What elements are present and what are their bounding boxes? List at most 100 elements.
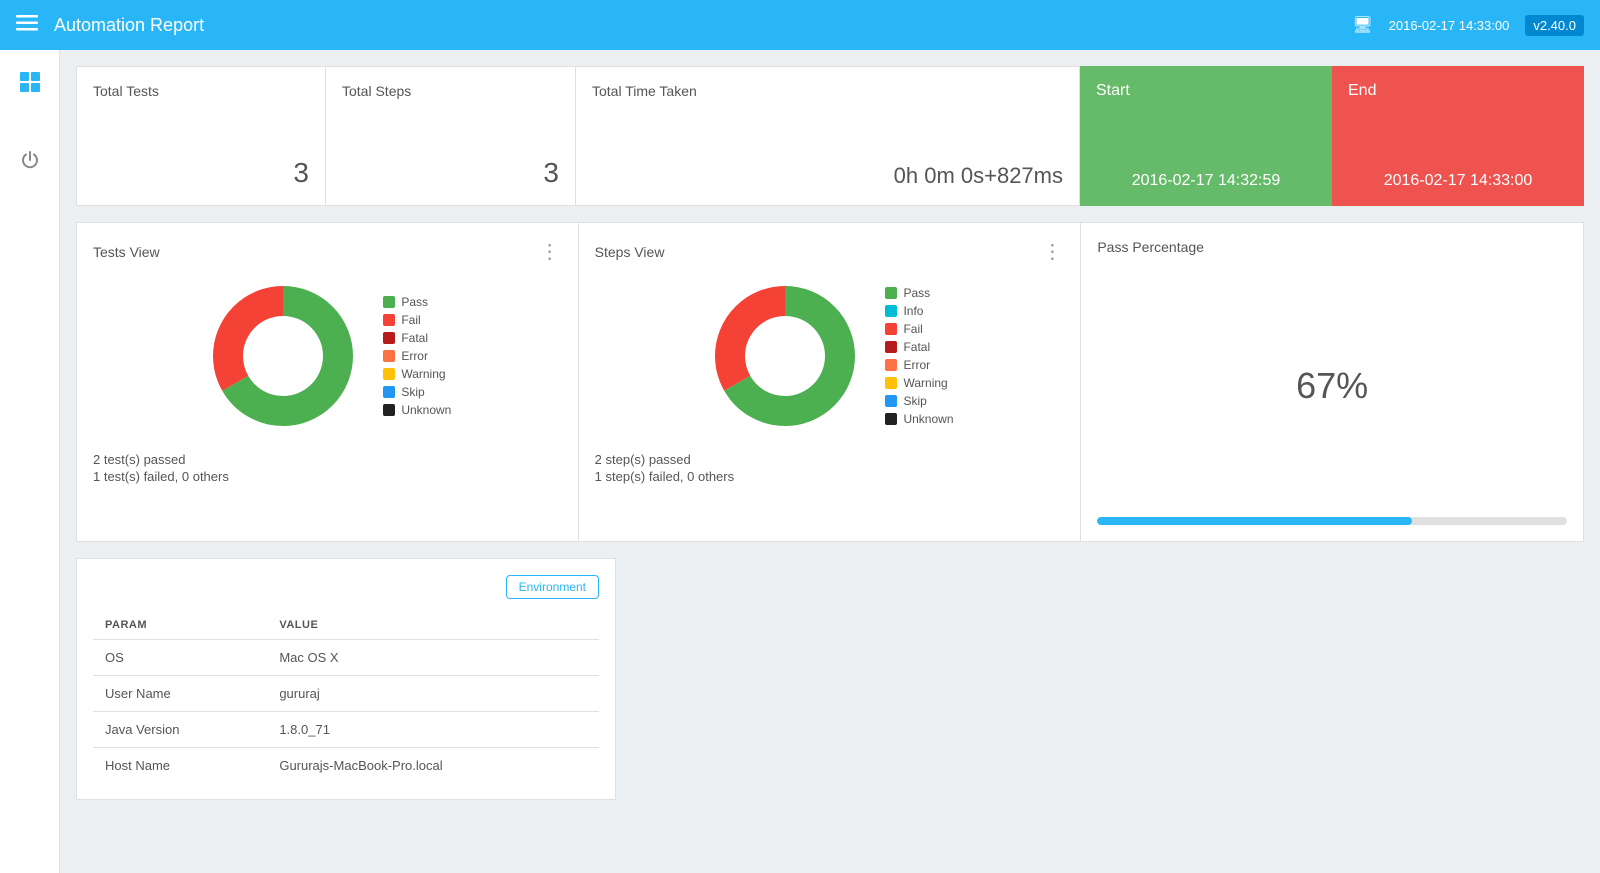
steps-legend-info-label: Info	[903, 304, 923, 318]
steps-legend-fail-color	[885, 323, 897, 335]
steps-legend-fatal-label: Fatal	[903, 340, 930, 354]
end-label: End	[1348, 82, 1568, 100]
legend-fail-label: Fail	[401, 313, 420, 327]
env-param: Java Version	[93, 712, 267, 748]
env-value: 1.8.0_71	[267, 712, 599, 748]
legend-unknown-label: Unknown	[401, 403, 451, 417]
total-steps-label: Total Steps	[342, 83, 559, 99]
steps-legend-fatal: Fatal	[885, 340, 953, 354]
steps-legend-error-label: Error	[903, 358, 930, 372]
legend-pass: Pass	[383, 295, 451, 309]
steps-view-title: Steps View	[595, 244, 665, 260]
total-steps-card: Total Steps 3	[326, 66, 576, 206]
header-right: 🖥 2016-02-17 14:33:00 v2.40.0	[1352, 15, 1584, 36]
charts-row: Tests View ⋮ Pa	[76, 222, 1584, 542]
steps-legend-skip: Skip	[885, 394, 953, 408]
pass-percentage-value: 67%	[1097, 255, 1567, 517]
steps-view-header: Steps View ⋮	[595, 239, 1065, 264]
steps-view-content: Pass Info Fail Fatal	[595, 276, 1065, 436]
legend-fatal-color	[383, 332, 395, 344]
legend-skip-color	[383, 386, 395, 398]
steps-legend-fatal-color	[885, 341, 897, 353]
app-title: Automation Report	[54, 15, 1352, 36]
total-time-value: 0h 0m 0s+827ms	[592, 163, 1063, 189]
pass-percentage-card: Pass Percentage 67%	[1081, 222, 1584, 542]
total-time-label: Total Time Taken	[592, 83, 1063, 99]
pass-percentage-title: Pass Percentage	[1097, 239, 1567, 255]
steps-legend-warning-color	[885, 377, 897, 389]
table-row: Java Version1.8.0_71	[93, 712, 599, 748]
pass-progress-fill	[1097, 517, 1412, 525]
monitor-icon: 🖥	[1352, 15, 1372, 35]
legend-error-color	[383, 350, 395, 362]
tests-donut	[203, 276, 363, 436]
steps-legend-skip-color	[885, 395, 897, 407]
sidebar-item-dashboard[interactable]	[10, 62, 50, 102]
start-label: Start	[1096, 82, 1316, 100]
legend-fatal: Fatal	[383, 331, 451, 345]
sidebar-item-power[interactable]	[10, 140, 50, 180]
tests-view-title: Tests View	[93, 244, 160, 260]
environment-table-body: OSMac OS XUser NamegururajJava Version1.…	[93, 640, 599, 784]
legend-skip: Skip	[383, 385, 451, 399]
env-param: User Name	[93, 676, 267, 712]
pass-progress-bar	[1097, 517, 1567, 525]
steps-legend-error-color	[885, 359, 897, 371]
steps-legend-info-color	[885, 305, 897, 317]
steps-legend-unknown-label: Unknown	[903, 412, 953, 426]
env-value: gururaj	[267, 676, 599, 712]
steps-view-card: Steps View ⋮ Pass	[579, 222, 1082, 542]
total-tests-label: Total Tests	[93, 83, 309, 99]
tests-view-header: Tests View ⋮	[93, 239, 562, 264]
env-param: Host Name	[93, 748, 267, 784]
steps-legend-skip-label: Skip	[903, 394, 926, 408]
legend-error: Error	[383, 349, 451, 363]
summary-row: Total Tests 3 Total Steps 3 Total Time T…	[76, 66, 1584, 206]
legend-pass-label: Pass	[401, 295, 428, 309]
steps-legend-pass-color	[885, 287, 897, 299]
legend-skip-label: Skip	[401, 385, 424, 399]
legend-fail-color	[383, 314, 395, 326]
value-col-header: VALUE	[267, 611, 599, 640]
main-content: Total Tests 3 Total Steps 3 Total Time T…	[60, 50, 1600, 873]
sidebar	[0, 50, 60, 873]
total-tests-value: 3	[93, 157, 309, 189]
param-col-header: PARAM	[93, 611, 267, 640]
tests-view-menu[interactable]: ⋮	[540, 239, 562, 264]
tests-view-legend: Pass Fail Fatal Error	[383, 295, 451, 417]
table-row: User Namegururaj	[93, 676, 599, 712]
legend-pass-color	[383, 296, 395, 308]
steps-passed-text: 2 step(s) passed	[595, 452, 1065, 467]
steps-legend-pass: Pass	[885, 286, 953, 300]
environment-table: PARAM VALUE OSMac OS XUser NamegururajJa…	[93, 611, 599, 783]
steps-view-menu[interactable]: ⋮	[1042, 239, 1064, 264]
legend-warning: Warning	[383, 367, 451, 381]
legend-unknown: Unknown	[383, 403, 451, 417]
end-card: End 2016-02-17 14:33:00	[1332, 66, 1584, 206]
legend-fatal-label: Fatal	[401, 331, 428, 345]
environment-card: Environment PARAM VALUE OSMac OS XUser N…	[76, 558, 616, 800]
total-tests-card: Total Tests 3	[76, 66, 326, 206]
tests-view-footer: 2 test(s) passed 1 test(s) failed, 0 oth…	[93, 452, 562, 484]
header-version: v2.40.0	[1525, 15, 1584, 36]
bottom-row: Environment PARAM VALUE OSMac OS XUser N…	[76, 558, 1584, 800]
steps-legend-unknown: Unknown	[885, 412, 953, 426]
table-row: Host NameGururajs-MacBook-Pro.local	[93, 748, 599, 784]
tests-view-content: Pass Fail Fatal Error	[93, 276, 562, 436]
end-value: 2016-02-17 14:33:00	[1348, 172, 1568, 190]
steps-donut	[705, 276, 865, 436]
menu-icon[interactable]	[16, 15, 38, 36]
environment-badge[interactable]: Environment	[506, 575, 599, 599]
tests-view-card: Tests View ⋮ Pa	[76, 222, 579, 542]
steps-legend-fail: Fail	[885, 322, 953, 336]
table-row: OSMac OS X	[93, 640, 599, 676]
legend-warning-label: Warning	[401, 367, 445, 381]
total-time-card: Total Time Taken 0h 0m 0s+827ms	[576, 66, 1080, 206]
legend-error-label: Error	[401, 349, 428, 363]
env-value: Gururajs-MacBook-Pro.local	[267, 748, 599, 784]
legend-unknown-color	[383, 404, 395, 416]
steps-legend-info: Info	[885, 304, 953, 318]
start-card: Start 2016-02-17 14:32:59	[1080, 66, 1332, 206]
steps-failed-text: 1 step(s) failed, 0 others	[595, 469, 1065, 484]
env-param: OS	[93, 640, 267, 676]
